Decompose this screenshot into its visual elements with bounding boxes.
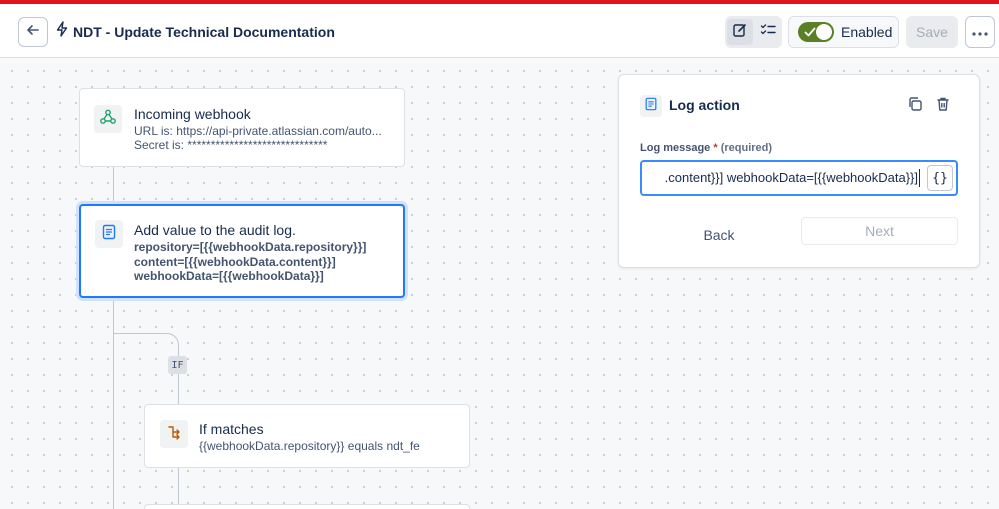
panel-icon-wrap: [640, 95, 662, 117]
branch-icon: [166, 424, 182, 445]
switch-knob: [816, 24, 832, 40]
checklist-view-button[interactable]: [755, 19, 781, 45]
connector-line: [113, 167, 114, 205]
audit-line-content: content=[{{webhookData.content}}]: [134, 255, 336, 269]
webhook-icon: [99, 108, 117, 131]
connector-line: [178, 468, 179, 509]
if-badge: IF: [168, 356, 187, 374]
back-button[interactable]: [18, 17, 48, 47]
connector-branch-line: [113, 333, 165, 334]
required-text: (required): [720, 142, 773, 154]
trash-icon: [935, 96, 951, 117]
header-bar: NDT - Update Technical Documentation Ena…: [0, 4, 999, 58]
audit-line-webhookdata: webhookData=[{{webhookData}}]: [134, 269, 324, 283]
trigger-url: URL is: https://api-private.atlassian.co…: [134, 124, 382, 138]
panel-next-button[interactable]: Next: [801, 217, 958, 245]
copy-icon: [907, 96, 923, 117]
audit-icon-wrap: [95, 220, 123, 248]
enabled-switch[interactable]: [798, 22, 834, 42]
enabled-toggle[interactable]: Enabled: [788, 16, 899, 48]
document-icon: [101, 224, 117, 245]
next-node-edge[interactable]: [144, 504, 470, 509]
arrow-left-icon: [25, 22, 41, 43]
log-message-label: Log message * (required): [640, 142, 772, 154]
panel-back-button[interactable]: Back: [679, 223, 759, 247]
rule-title: NDT - Update Technical Documentation: [73, 23, 335, 40]
rule-title-wrap: NDT - Update Technical Documentation: [55, 21, 335, 42]
audit-log-node[interactable]: Add value to the audit log. repository=[…: [79, 204, 405, 298]
more-icon: [972, 23, 988, 41]
condition-node[interactable]: If matches {{webhookData.repository}} eq…: [144, 404, 470, 468]
document-icon: [644, 97, 658, 116]
save-button[interactable]: Save: [906, 16, 958, 48]
log-message-input[interactable]: .content}}] webhookData=[{{webhookData}}…: [640, 160, 958, 196]
check-icon: [804, 25, 816, 44]
panel-title: Log action: [669, 97, 740, 113]
trigger-secret: Secret is: *****************************…: [134, 138, 328, 152]
connector-line: [178, 374, 179, 404]
log-action-panel: Log action Log message * (required) .con…: [618, 74, 980, 268]
edit-icon: [732, 22, 748, 43]
required-mark: *: [713, 142, 718, 154]
edit-view-button[interactable]: [727, 19, 753, 45]
log-message-label-text: Log message: [640, 142, 711, 154]
insert-variable-button[interactable]: {}: [927, 165, 953, 191]
audit-line-repository: repository=[{{webhookData.repository}}]: [134, 240, 367, 254]
condition-title: If matches: [199, 421, 264, 437]
trigger-title: Incoming webhook: [134, 106, 251, 122]
duplicate-button[interactable]: [905, 96, 925, 116]
lightning-icon: [55, 21, 69, 42]
audit-title: Add value to the audit log.: [134, 222, 296, 238]
checklist-icon: [760, 22, 776, 43]
connector-line: [113, 300, 114, 509]
trigger-icon-wrap: [94, 105, 122, 133]
log-message-value: .content}}] webhookData=[{{webhookData}}…: [664, 170, 918, 185]
enabled-label: Enabled: [841, 24, 893, 40]
condition-icon-wrap: [160, 420, 188, 448]
view-toggle: [725, 16, 782, 48]
trigger-node[interactable]: Incoming webhook URL is: https://api-pri…: [79, 88, 405, 167]
text-caret: [919, 169, 920, 187]
more-options-button[interactable]: [965, 16, 995, 48]
condition-summary: {{webhookData.repository}} equals ndt_fe: [199, 439, 420, 453]
delete-button[interactable]: [933, 96, 953, 116]
